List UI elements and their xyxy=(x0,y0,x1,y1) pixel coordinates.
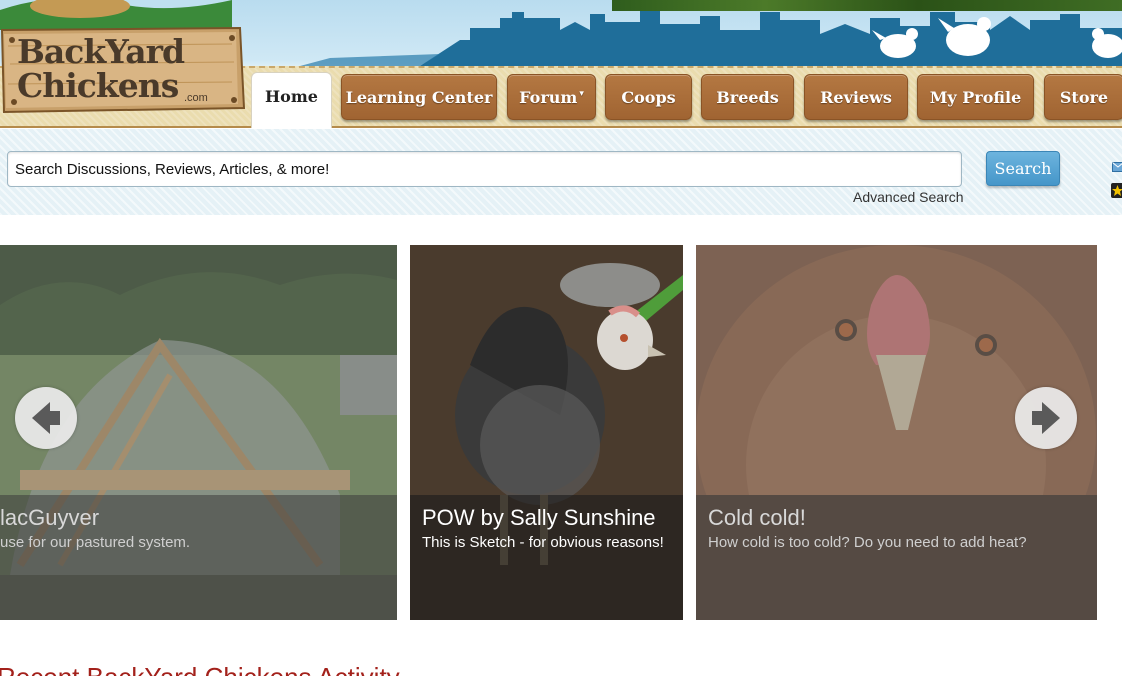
carousel-next-button[interactable] xyxy=(1015,387,1077,449)
slide-description: use for our pastured system. xyxy=(0,534,191,551)
nav-tab-breeds[interactable]: Breeds xyxy=(701,74,794,120)
advanced-search-link[interactable]: Advanced Search xyxy=(853,189,964,205)
site-logo[interactable]: BackYard Chickens .com xyxy=(0,0,250,128)
nav-tab-home[interactable]: Home xyxy=(251,72,332,130)
nav-tab-label: Reviews xyxy=(820,87,892,107)
recent-activity-heading: Recent BackYard Chickens Activity xyxy=(0,662,400,676)
header-photo-strip xyxy=(612,0,1122,11)
nav-tab-label: Home xyxy=(265,87,318,106)
slide-caption: Cold cold! How cold is too cold? Do you … xyxy=(696,495,1097,620)
search-button[interactable]: Search xyxy=(986,151,1060,186)
logo-text-line2: Chickens xyxy=(17,66,179,105)
nav-tab-learning-center[interactable]: Learning Center xyxy=(341,74,497,120)
star-icon[interactable] xyxy=(1111,183,1122,198)
nav-tab-label: Store xyxy=(1059,87,1109,107)
slide-title: lacGuyver xyxy=(0,505,100,530)
slide-description: How cold is too cold? Do you need to add… xyxy=(708,534,1027,551)
carousel-prev-button[interactable] xyxy=(15,387,77,449)
arrow-left-icon xyxy=(32,402,60,434)
nav-tab-store[interactable]: Store xyxy=(1044,74,1122,120)
mail-icon[interactable] xyxy=(1112,162,1122,172)
nav-tab-label: Coops xyxy=(621,87,676,107)
carousel-slide[interactable]: POW by Sally Sunshine This is Sketch - f… xyxy=(410,245,683,620)
slide-title: POW by Sally Sunshine xyxy=(422,505,656,530)
search-input[interactable] xyxy=(7,151,962,187)
slide-caption: lacGuyver use for our pastured system. xyxy=(0,495,397,620)
nav-tab-my-profile[interactable]: My Profile xyxy=(917,74,1034,120)
chevron-down-icon: ▾ xyxy=(579,89,584,99)
page: BackYard Chickens .com Home Learning Cen… xyxy=(0,0,1122,676)
slide-title: Cold cold! xyxy=(708,505,806,530)
nav-tab-reviews[interactable]: Reviews xyxy=(804,74,908,120)
nav-tab-label: My Profile xyxy=(929,87,1022,107)
arrow-right-icon xyxy=(1032,402,1060,434)
logo-text-line1: BackYard xyxy=(17,32,185,71)
logo-text-suffix: .com xyxy=(184,92,208,104)
slide-description: This is Sketch - for obvious reasons! xyxy=(422,534,664,551)
nav-tab-label: Learning Center xyxy=(345,87,493,107)
nav-tab-label: Breeds xyxy=(716,87,779,107)
nav-tab-coops[interactable]: Coops xyxy=(605,74,692,120)
nav-tab-label: Forum xyxy=(519,87,578,107)
nav-tab-forum[interactable]: Forum ▾ xyxy=(507,74,596,120)
slide-caption: POW by Sally Sunshine This is Sketch - f… xyxy=(410,495,683,620)
